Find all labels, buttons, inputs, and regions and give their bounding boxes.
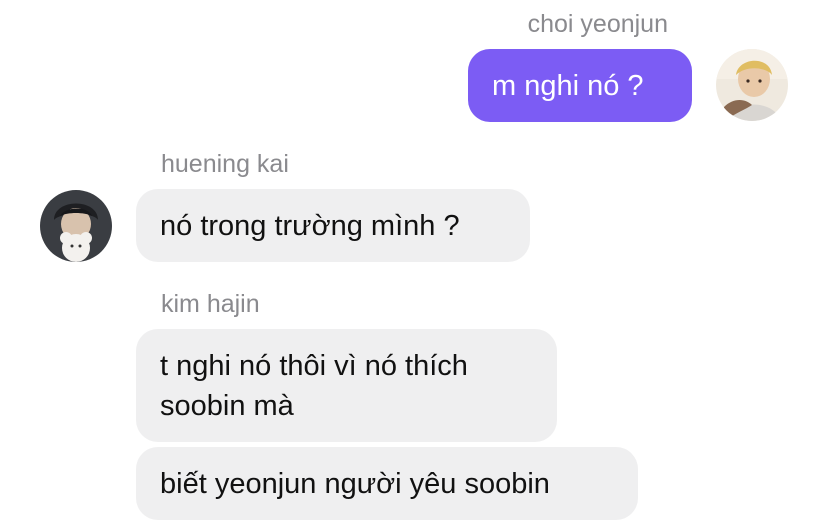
message-bubble-incoming[interactable]: nó trong trường mình ? [136, 189, 530, 262]
message-bubble-incoming[interactable]: t nghi nó thôi vì nó thích soobin mà [136, 329, 557, 442]
sender-name-choi-yeonjun: choi yeonjun [527, 10, 668, 38]
profile-photo-icon [716, 49, 788, 121]
profile-photo-icon [40, 190, 112, 262]
sender-name-kim-hajin: kim hajin [161, 290, 260, 318]
avatar-huening-kai[interactable] [40, 190, 112, 262]
sender-name-huening-kai: huening kai [161, 150, 289, 178]
message-bubble-outgoing[interactable]: m nghi nó ? [468, 49, 692, 122]
avatar-choi-yeonjun[interactable] [716, 49, 788, 121]
message-bubble-incoming[interactable]: biết yeonjun người yêu soobin [136, 447, 638, 520]
